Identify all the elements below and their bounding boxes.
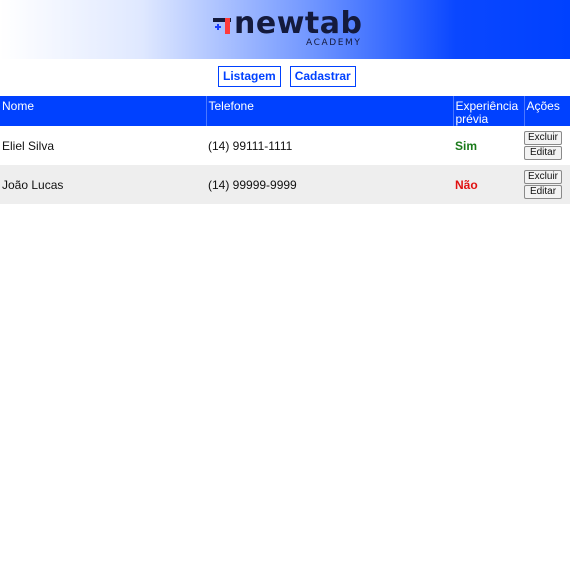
brand-sub: ACADEMY <box>306 38 362 48</box>
table-header-row: Nome Telefone Experiência prévia Ações <box>0 96 570 126</box>
cell-acoes: Excluir Editar <box>524 126 570 165</box>
edit-button[interactable]: Editar <box>524 146 562 160</box>
column-header-nome: Nome <box>0 96 207 126</box>
nav-cadastrar-button[interactable]: Cadastrar <box>289 66 356 87</box>
edit-button[interactable]: Editar <box>524 185 562 199</box>
column-header-acoes: Ações <box>524 96 570 126</box>
cell-nome: Eliel Silva <box>2 138 55 153</box>
delete-button[interactable]: Excluir <box>524 131 562 145</box>
newtab-academy-logo: newtab ACADEMY <box>211 7 366 51</box>
column-header-telefone: Telefone <box>206 96 454 126</box>
cell-acoes: Excluir Editar <box>524 165 570 204</box>
logo-mark-icon <box>213 18 231 34</box>
app-header: newtab ACADEMY <box>0 0 570 59</box>
cell-nome: João Lucas <box>0 165 206 204</box>
students-table: Nome Telefone Experiência prévia Ações E… <box>0 96 570 204</box>
nav-listagem-button[interactable]: Listagem <box>218 66 281 87</box>
delete-button[interactable]: Excluir <box>524 170 562 184</box>
cell-experiencia: Não <box>453 165 524 204</box>
cell-telefone: (14) 99999-9999 <box>206 165 453 204</box>
cell-telefone: (14) 99111-1111 <box>208 138 293 153</box>
column-header-experiencia: Experiência prévia <box>453 96 525 126</box>
table-row: Eliel Silva (14) 99111-1111 Sim Excluir … <box>0 126 570 165</box>
main-nav: Listagem Cadastrar <box>218 66 356 87</box>
table-row: João Lucas (14) 99999-9999 Não Excluir E… <box>0 165 570 204</box>
cell-experiencia: Sim <box>455 138 478 153</box>
brand-name: newtab <box>234 6 363 41</box>
